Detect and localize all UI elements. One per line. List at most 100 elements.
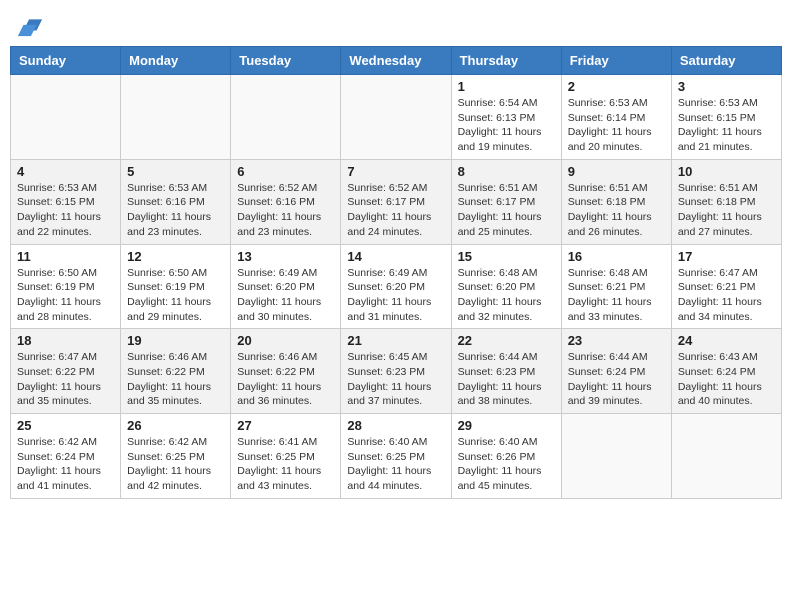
day-number: 4 xyxy=(17,164,114,179)
calendar-week-row: 4 Sunrise: 6:53 AMSunset: 6:15 PMDaylight… xyxy=(11,159,782,244)
day-number: 12 xyxy=(127,249,224,264)
day-info: Sunrise: 6:44 AMSunset: 6:23 PMDaylight:… xyxy=(458,350,555,409)
day-info: Sunrise: 6:46 AMSunset: 6:22 PMDaylight:… xyxy=(237,350,334,409)
calendar-cell xyxy=(341,75,451,160)
calendar-week-row: 1 Sunrise: 6:54 AMSunset: 6:13 PMDaylight… xyxy=(11,75,782,160)
day-info: Sunrise: 6:42 AMSunset: 6:24 PMDaylight:… xyxy=(17,435,114,494)
calendar-cell: 22 Sunrise: 6:44 AMSunset: 6:23 PMDayligh… xyxy=(451,329,561,414)
calendar-cell xyxy=(561,414,671,499)
day-number: 23 xyxy=(568,333,665,348)
day-number: 5 xyxy=(127,164,224,179)
day-info: Sunrise: 6:47 AMSunset: 6:22 PMDaylight:… xyxy=(17,350,114,409)
calendar-cell: 5 Sunrise: 6:53 AMSunset: 6:16 PMDaylight… xyxy=(121,159,231,244)
column-header-thursday: Thursday xyxy=(451,47,561,75)
calendar-cell: 14 Sunrise: 6:49 AMSunset: 6:20 PMDayligh… xyxy=(341,244,451,329)
day-number: 29 xyxy=(458,418,555,433)
calendar-cell xyxy=(121,75,231,160)
calendar-cell: 3 Sunrise: 6:53 AMSunset: 6:15 PMDaylight… xyxy=(671,75,781,160)
day-info: Sunrise: 6:45 AMSunset: 6:23 PMDaylight:… xyxy=(347,350,444,409)
logo xyxy=(14,10,44,38)
day-number: 22 xyxy=(458,333,555,348)
day-info: Sunrise: 6:50 AMSunset: 6:19 PMDaylight:… xyxy=(17,266,114,325)
calendar-cell xyxy=(231,75,341,160)
calendar-cell: 9 Sunrise: 6:51 AMSunset: 6:18 PMDaylight… xyxy=(561,159,671,244)
day-number: 14 xyxy=(347,249,444,264)
day-info: Sunrise: 6:47 AMSunset: 6:21 PMDaylight:… xyxy=(678,266,775,325)
day-info: Sunrise: 6:51 AMSunset: 6:17 PMDaylight:… xyxy=(458,181,555,240)
day-info: Sunrise: 6:50 AMSunset: 6:19 PMDaylight:… xyxy=(127,266,224,325)
day-number: 27 xyxy=(237,418,334,433)
calendar-cell: 10 Sunrise: 6:51 AMSunset: 6:18 PMDayligh… xyxy=(671,159,781,244)
column-header-friday: Friday xyxy=(561,47,671,75)
day-number: 1 xyxy=(458,79,555,94)
calendar-cell: 23 Sunrise: 6:44 AMSunset: 6:24 PMDayligh… xyxy=(561,329,671,414)
day-number: 8 xyxy=(458,164,555,179)
calendar-body: 1 Sunrise: 6:54 AMSunset: 6:13 PMDaylight… xyxy=(11,75,782,499)
calendar-cell: 12 Sunrise: 6:50 AMSunset: 6:19 PMDayligh… xyxy=(121,244,231,329)
day-info: Sunrise: 6:41 AMSunset: 6:25 PMDaylight:… xyxy=(237,435,334,494)
day-number: 20 xyxy=(237,333,334,348)
day-info: Sunrise: 6:49 AMSunset: 6:20 PMDaylight:… xyxy=(347,266,444,325)
calendar-cell: 28 Sunrise: 6:40 AMSunset: 6:25 PMDayligh… xyxy=(341,414,451,499)
day-number: 26 xyxy=(127,418,224,433)
calendar-cell: 6Sunrise: 6:52 AMSunset: 6:16 PMDaylight… xyxy=(231,159,341,244)
day-number: 10 xyxy=(678,164,775,179)
day-info: Sunrise: 6:52 AMSunset: 6:16 PMDaylight:… xyxy=(237,181,334,240)
calendar-cell: 2Sunrise: 6:53 AMSunset: 6:14 PMDaylight… xyxy=(561,75,671,160)
day-number: 7 xyxy=(347,164,444,179)
calendar-cell: 19Sunrise: 6:46 AMSunset: 6:22 PMDayligh… xyxy=(121,329,231,414)
day-info: Sunrise: 6:42 AMSunset: 6:25 PMDaylight:… xyxy=(127,435,224,494)
day-info: Sunrise: 6:51 AMSunset: 6:18 PMDaylight:… xyxy=(568,181,665,240)
calendar-cell: 25Sunrise: 6:42 AMSunset: 6:24 PMDayligh… xyxy=(11,414,121,499)
column-header-monday: Monday xyxy=(121,47,231,75)
day-number: 3 xyxy=(678,79,775,94)
column-header-sunday: Sunday xyxy=(11,47,121,75)
calendar-cell: 1 Sunrise: 6:54 AMSunset: 6:13 PMDaylight… xyxy=(451,75,561,160)
day-info: Sunrise: 6:49 AMSunset: 6:20 PMDaylight:… xyxy=(237,266,334,325)
calendar-cell: 11 Sunrise: 6:50 AMSunset: 6:19 PMDayligh… xyxy=(11,244,121,329)
page-header xyxy=(10,10,782,38)
column-header-saturday: Saturday xyxy=(671,47,781,75)
calendar-table: SundayMondayTuesdayWednesdayThursdayFrid… xyxy=(10,46,782,499)
day-number: 28 xyxy=(347,418,444,433)
calendar-cell: 26 Sunrise: 6:42 AMSunset: 6:25 PMDayligh… xyxy=(121,414,231,499)
day-info: Sunrise: 6:53 AMSunset: 6:16 PMDaylight:… xyxy=(127,181,224,240)
day-number: 17 xyxy=(678,249,775,264)
day-info: Sunrise: 6:40 AMSunset: 6:26 PMDaylight:… xyxy=(458,435,555,494)
calendar-cell xyxy=(11,75,121,160)
calendar-cell: 16Sunrise: 6:48 AMSunset: 6:21 PMDayligh… xyxy=(561,244,671,329)
calendar-cell: 4 Sunrise: 6:53 AMSunset: 6:15 PMDaylight… xyxy=(11,159,121,244)
calendar-header-row: SundayMondayTuesdayWednesdayThursdayFrid… xyxy=(11,47,782,75)
calendar-cell: 7Sunrise: 6:52 AMSunset: 6:17 PMDaylight… xyxy=(341,159,451,244)
day-info: Sunrise: 6:53 AMSunset: 6:15 PMDaylight:… xyxy=(17,181,114,240)
day-number: 15 xyxy=(458,249,555,264)
calendar-cell: 18 Sunrise: 6:47 AMSunset: 6:22 PMDayligh… xyxy=(11,329,121,414)
calendar-week-row: 18 Sunrise: 6:47 AMSunset: 6:22 PMDayligh… xyxy=(11,329,782,414)
day-info: Sunrise: 6:40 AMSunset: 6:25 PMDaylight:… xyxy=(347,435,444,494)
calendar-week-row: 11 Sunrise: 6:50 AMSunset: 6:19 PMDayligh… xyxy=(11,244,782,329)
day-info: Sunrise: 6:43 AMSunset: 6:24 PMDaylight:… xyxy=(678,350,775,409)
day-info: Sunrise: 6:51 AMSunset: 6:18 PMDaylight:… xyxy=(678,181,775,240)
calendar-cell: 8 Sunrise: 6:51 AMSunset: 6:17 PMDaylight… xyxy=(451,159,561,244)
day-info: Sunrise: 6:53 AMSunset: 6:15 PMDaylight:… xyxy=(678,96,775,155)
calendar-cell: 29 Sunrise: 6:40 AMSunset: 6:26 PMDayligh… xyxy=(451,414,561,499)
calendar-cell: 17 Sunrise: 6:47 AMSunset: 6:21 PMDayligh… xyxy=(671,244,781,329)
calendar-cell: 20 Sunrise: 6:46 AMSunset: 6:22 PMDayligh… xyxy=(231,329,341,414)
day-info: Sunrise: 6:48 AMSunset: 6:20 PMDaylight:… xyxy=(458,266,555,325)
day-info: Sunrise: 6:48 AMSunset: 6:21 PMDaylight:… xyxy=(568,266,665,325)
day-number: 13 xyxy=(237,249,334,264)
column-header-wednesday: Wednesday xyxy=(341,47,451,75)
calendar-cell: 15 Sunrise: 6:48 AMSunset: 6:20 PMDayligh… xyxy=(451,244,561,329)
day-number: 18 xyxy=(17,333,114,348)
calendar-cell: 21Sunrise: 6:45 AMSunset: 6:23 PMDayligh… xyxy=(341,329,451,414)
day-info: Sunrise: 6:44 AMSunset: 6:24 PMDaylight:… xyxy=(568,350,665,409)
logo-icon xyxy=(16,10,44,38)
day-number: 9 xyxy=(568,164,665,179)
column-header-tuesday: Tuesday xyxy=(231,47,341,75)
day-number: 11 xyxy=(17,249,114,264)
day-info: Sunrise: 6:54 AMSunset: 6:13 PMDaylight:… xyxy=(458,96,555,155)
calendar-cell: 13 Sunrise: 6:49 AMSunset: 6:20 PMDayligh… xyxy=(231,244,341,329)
calendar-cell: 24Sunrise: 6:43 AMSunset: 6:24 PMDayligh… xyxy=(671,329,781,414)
day-info: Sunrise: 6:53 AMSunset: 6:14 PMDaylight:… xyxy=(568,96,665,155)
calendar-week-row: 25Sunrise: 6:42 AMSunset: 6:24 PMDayligh… xyxy=(11,414,782,499)
